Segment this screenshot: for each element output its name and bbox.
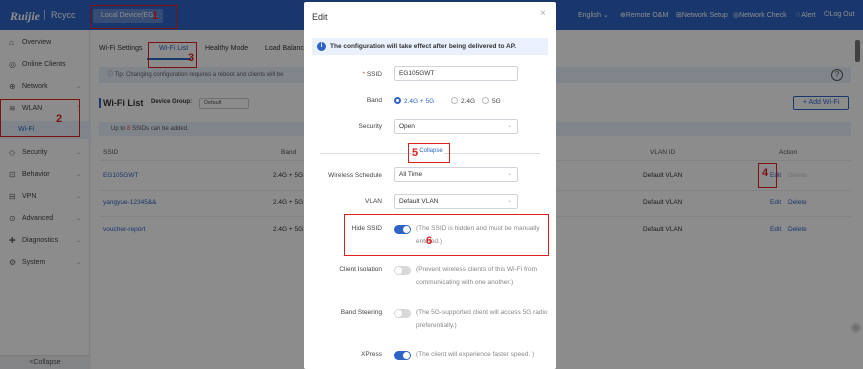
close-icon[interactable]: × [540, 8, 546, 19]
xpress-toggle[interactable] [394, 351, 411, 360]
wireless-schedule-label: Wireless Schedule [328, 172, 382, 179]
dialog-title: Edit [312, 12, 328, 22]
xpress-description: (The client will experience faster speed… [416, 351, 535, 358]
band-steering-toggle[interactable] [394, 309, 411, 318]
config-notice: i The configuration will take effect aft… [312, 38, 548, 55]
client-isolation-description: (Prevent wireless clients of this Wi-Fi … [416, 266, 537, 286]
chevron-down-icon: ⌄ [506, 123, 512, 129]
callout-box-6 [344, 214, 549, 256]
vlan-select[interactable]: Default VLAN ⌄ [394, 194, 518, 209]
security-label: Security [358, 123, 382, 130]
xpress-label: XPress [361, 351, 382, 358]
security-select[interactable]: Open ⌄ [394, 119, 518, 134]
ssid-label: * SSID [362, 71, 382, 78]
callout-number-5: 5 [412, 147, 419, 159]
client-isolation-toggle[interactable] [394, 266, 411, 275]
band-radio-dual[interactable]: 2.4G + 5G [394, 97, 434, 105]
chevron-down-icon: ⌄ [506, 171, 512, 177]
info-icon: i [317, 42, 326, 51]
band-steering-label: Band Steering [340, 309, 382, 316]
band-steering-description: (The 5G-supported client will access 5G … [416, 309, 548, 329]
band-label: Band [366, 97, 382, 104]
band-radio-5g[interactable]: 5G [482, 97, 501, 105]
edit-wifi-dialog: Edit × i The configuration will take eff… [304, 2, 556, 369]
callout-number-6: 6 [426, 235, 433, 247]
band-radio-2g[interactable]: 2.4G [451, 97, 475, 105]
vlan-label: VLAN [365, 198, 382, 205]
ssid-input[interactable]: EG105GWT [394, 66, 518, 81]
wireless-schedule-select[interactable]: All Time ⌄ [394, 167, 518, 182]
chevron-down-icon: ⌄ [506, 198, 512, 204]
client-isolation-label: Client Isolation [339, 266, 382, 273]
